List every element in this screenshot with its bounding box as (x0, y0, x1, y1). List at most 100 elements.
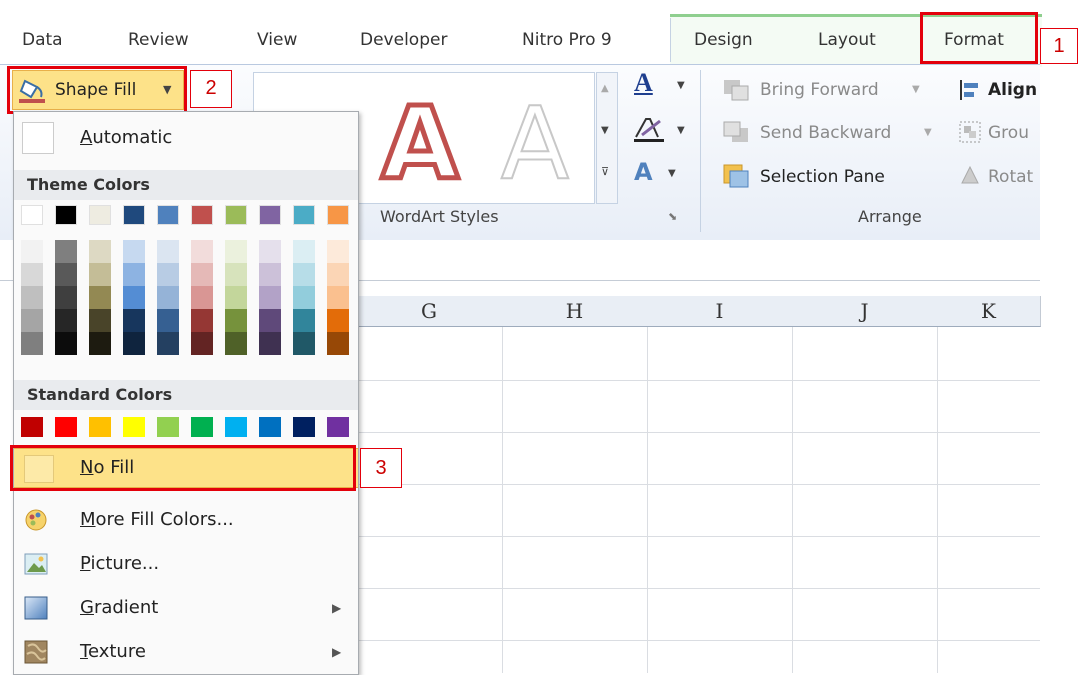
theme-shade-swatch[interactable] (191, 263, 213, 286)
theme-shade-swatch[interactable] (327, 240, 349, 263)
theme-shade-swatch[interactable] (21, 286, 43, 309)
theme-shade-swatch[interactable] (157, 263, 179, 286)
rotate-button[interactable]: Rotat (988, 162, 1033, 192)
theme-shade-swatch[interactable] (157, 309, 179, 332)
theme-shade-swatch[interactable] (259, 286, 281, 309)
theme-shade-swatch[interactable] (55, 309, 77, 332)
bring-forward-button[interactable]: Bring Forward (760, 75, 879, 105)
theme-shade-swatch[interactable] (191, 286, 213, 309)
theme-shade-swatch[interactable] (21, 332, 43, 355)
theme-shade-swatch[interactable] (259, 309, 281, 332)
standard-color-swatch[interactable] (157, 417, 179, 437)
theme-shade-swatch[interactable] (157, 332, 179, 355)
standard-color-swatch[interactable] (225, 417, 247, 437)
theme-shade-swatch[interactable] (225, 286, 247, 309)
theme-shade-swatch[interactable] (293, 332, 315, 355)
theme-shade-swatch[interactable] (293, 309, 315, 332)
gallery-more-icon[interactable]: ⊽ (601, 165, 609, 178)
theme-color-swatch[interactable] (225, 205, 247, 225)
chevron-down-icon[interactable]: ▼ (924, 127, 932, 138)
theme-shade-swatch[interactable] (21, 263, 43, 286)
theme-color-swatch[interactable] (21, 205, 43, 225)
theme-color-swatch[interactable] (293, 205, 315, 225)
align-button[interactable]: Align (988, 75, 1037, 105)
theme-shade-swatch[interactable] (191, 332, 213, 355)
theme-shade-swatch[interactable] (293, 286, 315, 309)
theme-shade-swatch[interactable] (225, 263, 247, 286)
group-button[interactable]: Grou (988, 118, 1029, 148)
selection-pane-button[interactable]: Selection Pane (760, 162, 885, 192)
tab-developer[interactable]: Developer (360, 18, 447, 62)
gradient-item[interactable]: Gradient ▶ (14, 588, 358, 628)
theme-shade-swatch[interactable] (123, 263, 145, 286)
theme-shade-swatch[interactable] (123, 332, 145, 355)
scroll-up-icon[interactable]: ▲ (601, 83, 609, 94)
theme-color-swatch[interactable] (55, 205, 77, 225)
column-header-h[interactable]: H (502, 296, 648, 327)
theme-shade-swatch[interactable] (191, 240, 213, 263)
text-outline-icon[interactable] (632, 115, 666, 143)
theme-shade-swatch[interactable] (157, 240, 179, 263)
theme-shade-swatch[interactable] (123, 240, 145, 263)
standard-color-swatch[interactable] (55, 417, 77, 437)
column-header-j[interactable]: J (792, 296, 938, 327)
chevron-down-icon[interactable]: ▼ (677, 80, 685, 91)
tab-view[interactable]: View (257, 18, 297, 62)
tab-data[interactable]: Data (22, 18, 63, 62)
theme-color-swatch[interactable] (327, 205, 349, 225)
chevron-down-icon[interactable]: ▼ (668, 168, 676, 179)
theme-color-swatch[interactable] (191, 205, 213, 225)
theme-shade-swatch[interactable] (123, 309, 145, 332)
send-backward-button[interactable]: Send Backward (760, 118, 891, 148)
picture-item[interactable]: Picture... (14, 544, 358, 584)
wordart-style-white[interactable]: A (490, 90, 580, 190)
theme-shade-swatch[interactable] (55, 240, 77, 263)
tab-design[interactable]: Design (694, 18, 753, 62)
theme-shade-swatch[interactable] (225, 332, 247, 355)
theme-shade-swatch[interactable] (89, 332, 111, 355)
theme-shade-swatch[interactable] (21, 309, 43, 332)
automatic-item[interactable]: Automatic (14, 118, 358, 158)
theme-shade-swatch[interactable] (55, 286, 77, 309)
theme-color-swatch[interactable] (259, 205, 281, 225)
theme-shade-swatch[interactable] (225, 240, 247, 263)
theme-shade-swatch[interactable] (259, 240, 281, 263)
theme-shade-swatch[interactable] (89, 240, 111, 263)
standard-color-swatch[interactable] (21, 417, 43, 437)
theme-shade-swatch[interactable] (89, 309, 111, 332)
tab-review[interactable]: Review (128, 18, 189, 62)
column-header-k[interactable]: K (937, 296, 1041, 327)
standard-color-swatch[interactable] (89, 417, 111, 437)
theme-color-swatch[interactable] (89, 205, 111, 225)
chevron-down-icon[interactable]: ▼ (677, 125, 685, 136)
theme-color-swatch[interactable] (157, 205, 179, 225)
theme-shade-swatch[interactable] (327, 263, 349, 286)
theme-shade-swatch[interactable] (21, 240, 43, 263)
text-fill-icon[interactable]: A (634, 68, 653, 98)
column-header-i[interactable]: I (647, 296, 793, 327)
scroll-down-icon[interactable]: ▼ (601, 125, 609, 136)
theme-shade-swatch[interactable] (327, 332, 349, 355)
tab-nitro-pro[interactable]: Nitro Pro 9 (522, 18, 612, 62)
theme-shade-swatch[interactable] (225, 309, 247, 332)
theme-shade-swatch[interactable] (157, 286, 179, 309)
theme-shade-swatch[interactable] (259, 263, 281, 286)
theme-shade-swatch[interactable] (259, 332, 281, 355)
standard-color-swatch[interactable] (123, 417, 145, 437)
standard-color-swatch[interactable] (293, 417, 315, 437)
texture-item[interactable]: Texture ▶ (14, 632, 358, 672)
gallery-scrollbar[interactable]: ▲ ▼ ⊽ (596, 72, 618, 204)
tab-layout[interactable]: Layout (818, 18, 876, 62)
theme-shade-swatch[interactable] (293, 263, 315, 286)
more-fill-colors-item[interactable]: More Fill Colors... (14, 500, 358, 540)
theme-shade-swatch[interactable] (327, 309, 349, 332)
standard-color-swatch[interactable] (327, 417, 349, 437)
standard-color-swatch[interactable] (191, 417, 213, 437)
theme-shade-swatch[interactable] (55, 263, 77, 286)
theme-shade-swatch[interactable] (55, 332, 77, 355)
theme-shade-swatch[interactable] (89, 263, 111, 286)
theme-shade-swatch[interactable] (191, 309, 213, 332)
theme-shade-swatch[interactable] (89, 286, 111, 309)
theme-color-swatch[interactable] (123, 205, 145, 225)
standard-color-swatch[interactable] (259, 417, 281, 437)
